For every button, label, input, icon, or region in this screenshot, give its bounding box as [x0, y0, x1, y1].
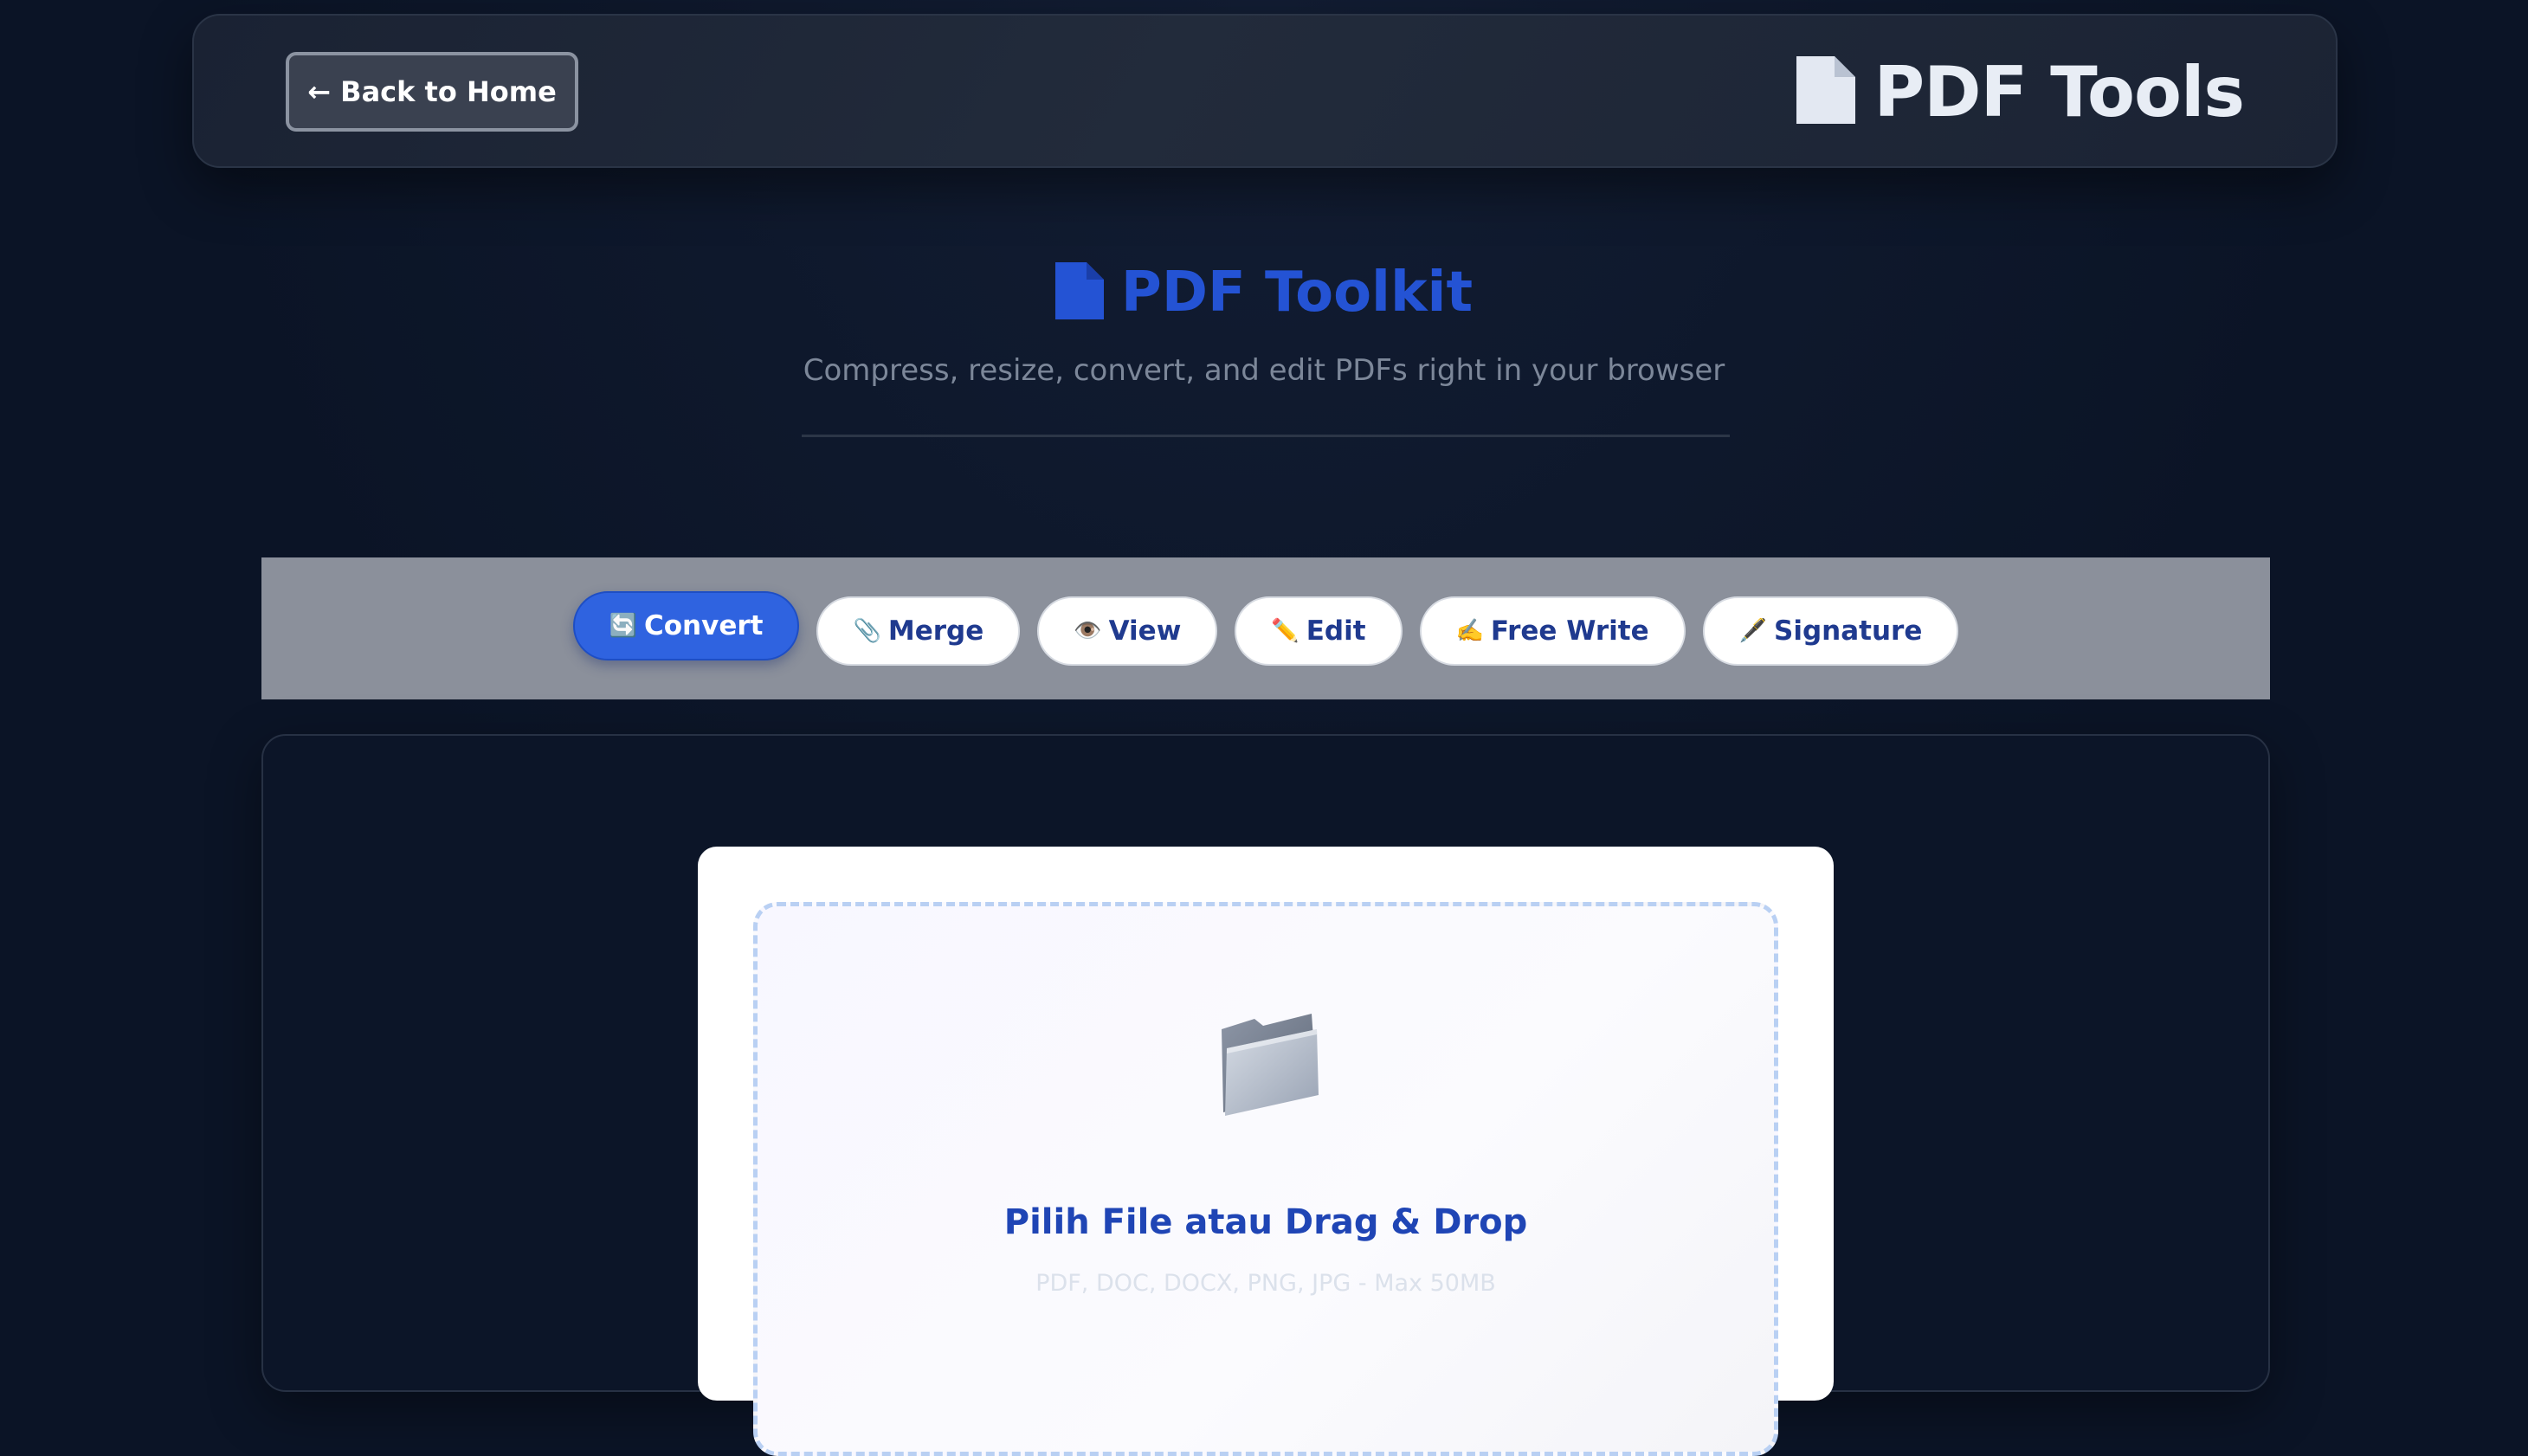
pencil-icon: ✏️: [1271, 618, 1299, 644]
upload-card: Pilih File atau Drag & Drop PDF, DOC, DO…: [698, 847, 1834, 1456]
tab-signature[interactable]: 🖋️ Signature: [1702, 596, 1959, 666]
brand: PDF Tools: [1796, 48, 2245, 135]
tab-label: Merge: [887, 615, 984, 647]
tab-edit[interactable]: ✏️ Edit: [1235, 596, 1403, 666]
tab-merge[interactable]: 📎 Merge: [816, 596, 1021, 666]
file-dropzone[interactable]: Pilih File atau Drag & Drop PDF, DOC, DO…: [753, 902, 1778, 1456]
dropzone-title: Pilih File atau Drag & Drop: [1003, 1202, 1528, 1242]
page-subtitle: Compress, resize, convert, and edit PDFs…: [803, 353, 1725, 388]
hero-section: PDF Toolkit Compress, resize, convert, a…: [0, 251, 2528, 437]
refresh-icon: 🔄: [609, 613, 637, 639]
tab-view[interactable]: 👁️ View: [1037, 596, 1218, 666]
document-icon: [1054, 262, 1104, 323]
brand-title: PDF Tools: [1873, 51, 2245, 132]
tab-label: Convert: [644, 610, 764, 641]
tool-tabs: 🔄 Convert 📎 Merge 👁️ View ✏️ Edit ✍️ Fre…: [261, 557, 2270, 699]
folder-icon: [1215, 1010, 1324, 1119]
hero-title-row: PDF Toolkit: [0, 251, 2528, 334]
tab-label: View: [1108, 615, 1182, 647]
tab-label: Edit: [1306, 615, 1366, 647]
hero-divider: [802, 435, 1730, 437]
tab-free-write[interactable]: ✍️ Free Write: [1419, 596, 1686, 666]
document-icon: [1796, 56, 1855, 127]
pen-icon: 🖋️: [1738, 618, 1768, 644]
back-button-label: ← Back to Home: [307, 75, 557, 108]
tab-label: Signature: [1774, 615, 1923, 647]
eye-icon: 👁️: [1074, 618, 1102, 644]
dropzone-hint: PDF, DOC, DOCX, PNG, JPG - Max 50MB: [1035, 1270, 1496, 1297]
tab-convert[interactable]: 🔄 Convert: [572, 591, 800, 660]
back-to-home-button[interactable]: ← Back to Home: [286, 52, 578, 132]
paperclip-icon: 📎: [853, 618, 881, 644]
writing-hand-icon: ✍️: [1455, 618, 1484, 644]
page-title: PDF Toolkit: [1120, 261, 1474, 325]
tab-label: Free Write: [1490, 615, 1649, 647]
top-header: ← Back to Home PDF Tools: [192, 14, 2338, 168]
